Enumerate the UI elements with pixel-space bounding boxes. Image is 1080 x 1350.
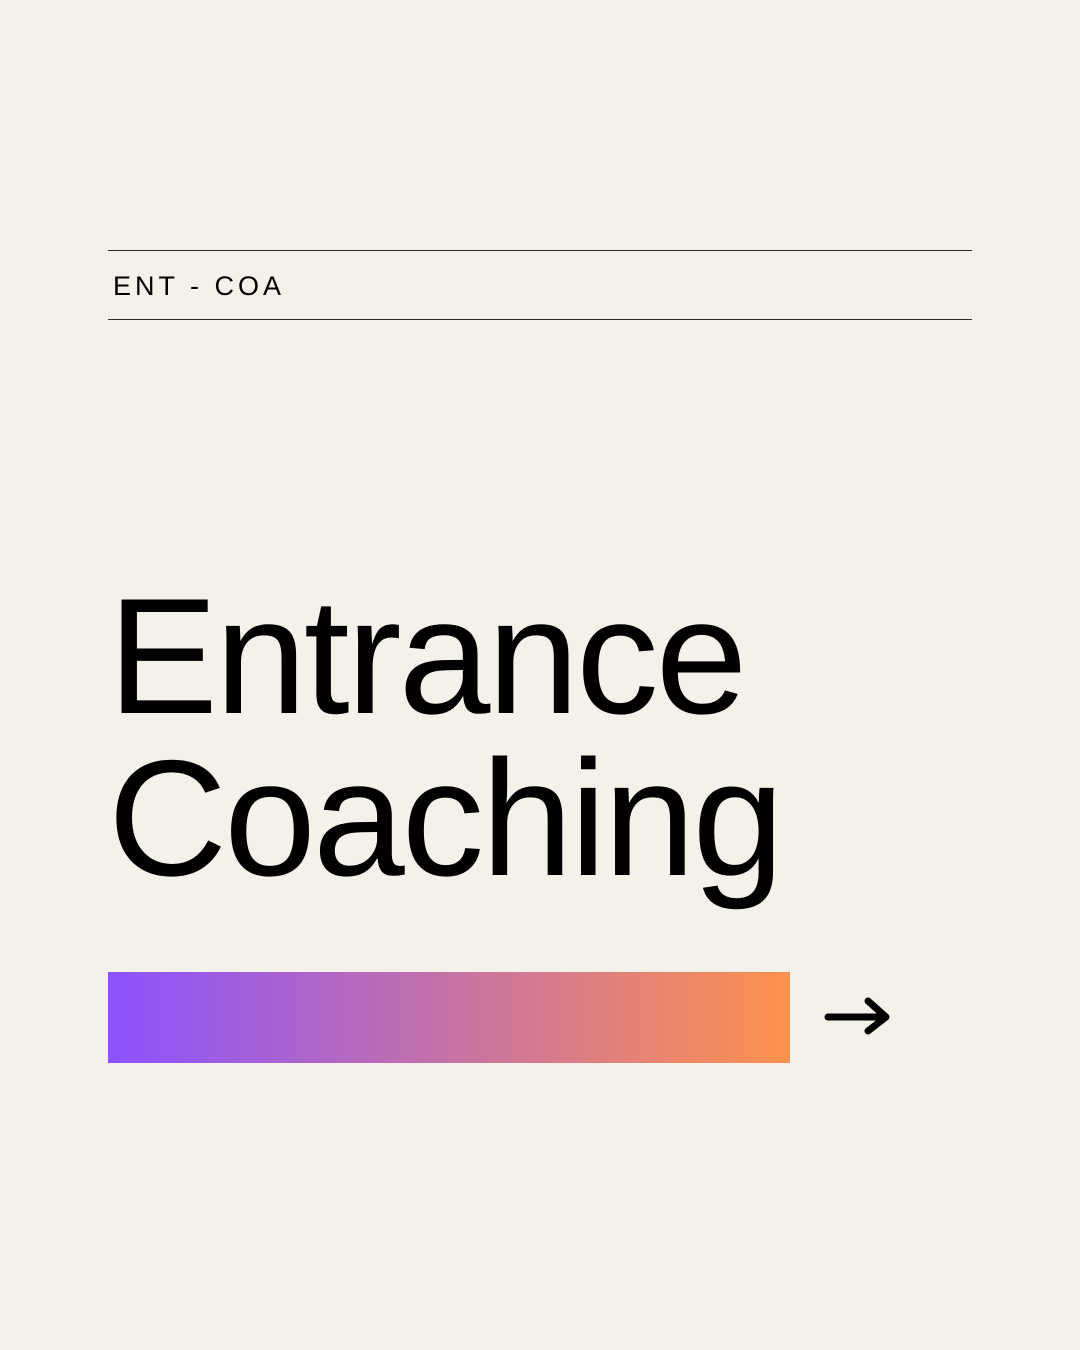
bottom-divider xyxy=(108,319,972,320)
arrow-right-icon[interactable] xyxy=(823,995,893,1039)
title-line-1: Entrance xyxy=(108,564,747,748)
title-line-2: Coaching xyxy=(108,726,784,910)
top-divider xyxy=(108,250,972,251)
course-code: ENT - COA xyxy=(113,271,286,301)
page-title: Entrance Coaching xyxy=(108,564,784,910)
gradient-bar xyxy=(108,972,790,1063)
